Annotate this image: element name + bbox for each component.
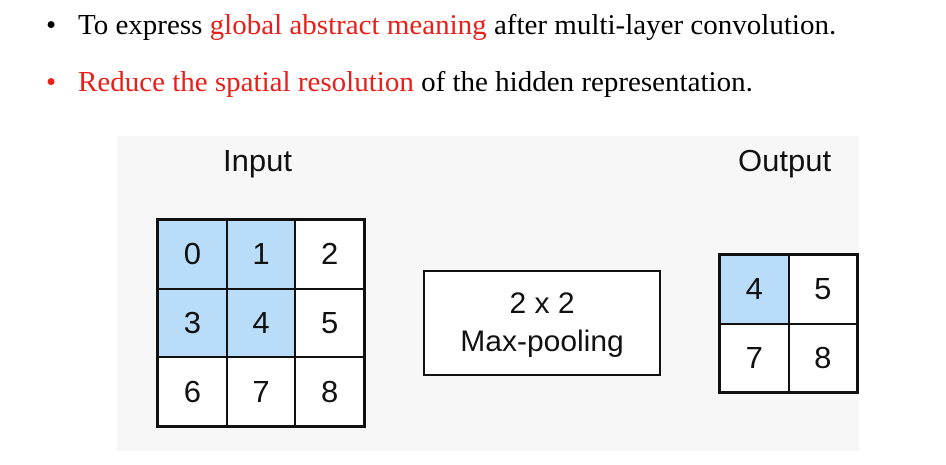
input-cell: 2 (295, 220, 364, 289)
output-label: Output (738, 143, 832, 178)
input-cell: 7 (226, 357, 296, 426)
bullet-global-abstract: • To express global abstract meaning afte… (46, 9, 836, 42)
input-cell: 0 (158, 220, 227, 289)
bullet-dot: • (46, 9, 57, 41)
bullet-highlight: global abstract meaning (209, 9, 487, 41)
bullet-spatial-resolution: • Reduce the spatial resolution of the hi… (46, 66, 753, 99)
input-cell: 1 (226, 220, 296, 289)
input-cell: 3 (158, 288, 227, 358)
bullet-dot: • (46, 66, 57, 98)
input-grid: 0 1 2 3 4 5 6 7 8 (156, 218, 366, 428)
max-pooling-box: 2 x 2 Max-pooling (423, 270, 661, 376)
bullet-highlight: Reduce the spatial resolution (78, 66, 414, 98)
bullet-text-before: To express (78, 9, 210, 41)
input-label: Input (223, 143, 292, 178)
input-cell: 6 (158, 357, 227, 426)
input-cell: 5 (295, 288, 364, 358)
bullet-text-after: of the hidden representation. (413, 66, 753, 98)
output-cell: 5 (788, 255, 857, 324)
input-cell: 4 (226, 288, 296, 358)
input-cell: 8 (295, 357, 364, 426)
output-grid: 4 5 7 8 (718, 253, 859, 394)
bullet-text-after: after multi-layer convolution. (486, 9, 837, 41)
operation-name: Max-pooling (460, 325, 624, 358)
operation-kernel-size: 2 x 2 (509, 287, 575, 320)
output-cell: 4 (720, 255, 789, 324)
output-cell: 8 (788, 323, 857, 392)
output-cell: 7 (720, 323, 789, 392)
